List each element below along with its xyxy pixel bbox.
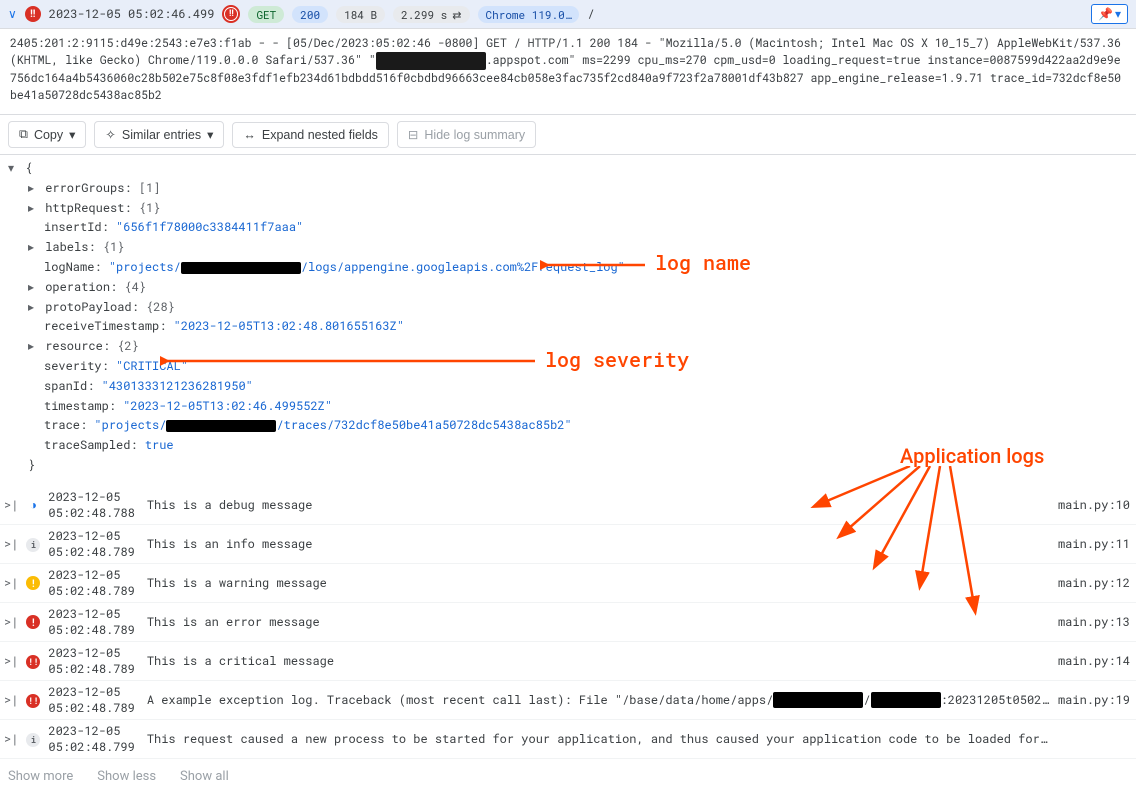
latency-pill[interactable]: 2.299 s⇄ — [393, 6, 469, 23]
row-timestamp: 2023-12-05 05:02:48.789 — [44, 641, 138, 680]
log-header-bar: ∨ !! 2023-12-05 05:02:46.499 !! GET 200 … — [0, 0, 1136, 29]
hide-summary-button[interactable]: ⊟Hide log summary — [397, 121, 536, 148]
row-message[interactable]: This is a critical message — [139, 641, 1054, 680]
row-source: main.py:12 — [1054, 563, 1136, 602]
table-row: >| !! 2023-12-05 05:02:48.789 A example … — [0, 680, 1136, 719]
expand-toggle[interactable]: >| — [0, 524, 22, 563]
row-source: main.py:14 — [1054, 641, 1136, 680]
row-timestamp: 2023-12-05 05:02:48.789 — [44, 563, 138, 602]
expand-icon: ↔ — [243, 128, 256, 142]
row-timestamp: 2023-12-05 05:02:48.789 — [44, 602, 138, 641]
useragent-pill[interactable]: Chrome 119.0… — [478, 6, 580, 23]
info-icon: i — [26, 538, 40, 552]
error-circle-icon[interactable]: !! — [222, 5, 240, 23]
app-log-table: >| ◑ 2023-12-05 05:02:48.788 This is a d… — [0, 486, 1136, 759]
row-source: main.py:11 — [1054, 524, 1136, 563]
debug-icon: ◑ — [30, 497, 37, 513]
show-more-link[interactable]: Show more — [8, 769, 73, 784]
method-pill[interactable]: GET — [248, 6, 284, 23]
log-toolbar: ⧉Copy▾ ✧Similar entries▾ ↔Expand nested … — [0, 114, 1136, 155]
expand-icon[interactable]: ▸ — [28, 238, 38, 258]
row-message[interactable]: This is a debug message — [139, 486, 1054, 525]
table-row: >| i 2023-12-05 05:02:48.799 This reques… — [0, 719, 1136, 758]
table-row: >| ! 2023-12-05 05:02:48.789 This is a w… — [0, 563, 1136, 602]
show-all-link[interactable]: Show all — [180, 769, 229, 784]
row-message[interactable]: This request caused a new process to be … — [139, 719, 1054, 758]
status-pill[interactable]: 200 — [292, 6, 328, 23]
expand-toggle[interactable]: >| — [0, 486, 22, 525]
chevron-down-icon: ▾ — [69, 127, 75, 142]
sparkle-icon: ✧ — [105, 127, 115, 142]
severity-icon: !! — [25, 6, 41, 22]
row-timestamp: 2023-12-05 05:02:48.789 — [44, 680, 138, 719]
row-message[interactable]: This is a warning message — [139, 563, 1054, 602]
pin-icon: 📌 — [1098, 7, 1113, 21]
header-timestamp: 2023-12-05 05:02:46.499 — [49, 6, 215, 22]
table-row: >| ! 2023-12-05 05:02:48.789 This is an … — [0, 602, 1136, 641]
expand-icon[interactable]: ▸ — [28, 337, 38, 357]
row-timestamp: 2023-12-05 05:02:48.799 — [44, 719, 138, 758]
expand-toggle[interactable]: >| — [0, 602, 22, 641]
expand-toggle[interactable]: >| — [0, 719, 22, 758]
bytes-pill[interactable]: 184 B — [336, 6, 385, 23]
table-row: >| i 2023-12-05 05:02:48.789 This is an … — [0, 524, 1136, 563]
table-row: >| !! 2023-12-05 05:02:48.789 This is a … — [0, 641, 1136, 680]
expand-icon[interactable]: ▸ — [28, 199, 38, 219]
expand-icon[interactable]: ▸ — [28, 179, 38, 199]
row-source — [1054, 719, 1136, 758]
critical-icon: !! — [26, 694, 40, 708]
error-icon: ! — [26, 615, 40, 629]
expand-toggle[interactable]: >| — [0, 563, 22, 602]
row-timestamp: 2023-12-05 05:02:48.789 — [44, 524, 138, 563]
expand-icon[interactable]: ▸ — [28, 278, 38, 298]
critical-icon: !! — [26, 655, 40, 669]
expand-toggle[interactable]: >| — [0, 641, 22, 680]
similar-entries-button[interactable]: ✧Similar entries▾ — [94, 121, 224, 148]
show-less-link[interactable]: Show less — [97, 769, 156, 784]
row-message[interactable]: This is an info message — [139, 524, 1054, 563]
expand-toggle[interactable]: >| — [0, 680, 22, 719]
row-source: main.py:19 — [1054, 680, 1136, 719]
collapse-icon[interactable]: ▾ — [8, 159, 18, 179]
row-source: main.py:10 — [1054, 486, 1136, 525]
pin-button[interactable]: 📌▾ — [1091, 4, 1128, 24]
json-payload: ▾ { ▸ errorGroups: [1] ▸ httpRequest: {1… — [0, 155, 1136, 486]
row-timestamp: 2023-12-05 05:02:48.788 — [44, 486, 138, 525]
copy-icon: ⧉ — [19, 127, 28, 142]
expand-nested-button[interactable]: ↔Expand nested fields — [232, 122, 389, 148]
warning-icon: ! — [26, 576, 40, 590]
hide-icon: ⊟ — [408, 127, 418, 142]
row-source: main.py:13 — [1054, 602, 1136, 641]
chevron-down-icon: ▾ — [207, 127, 213, 142]
row-message[interactable]: A example exception log. Traceback (most… — [139, 680, 1054, 719]
table-row: >| ◑ 2023-12-05 05:02:48.788 This is a d… — [0, 486, 1136, 525]
raw-log-text: 2405:201:2:9115:d49e:2543:e7e3:f1ab - - … — [0, 29, 1136, 114]
collapse-toggle[interactable]: ∨ — [8, 7, 17, 21]
path: / — [587, 6, 594, 22]
copy-button[interactable]: ⧉Copy▾ — [8, 121, 86, 148]
info-icon: i — [26, 733, 40, 747]
latency-icon: ⇄ — [452, 7, 461, 22]
expand-icon[interactable]: ▸ — [28, 298, 38, 318]
chevron-down-icon: ▾ — [1115, 7, 1121, 21]
row-message[interactable]: This is an error message — [139, 602, 1054, 641]
